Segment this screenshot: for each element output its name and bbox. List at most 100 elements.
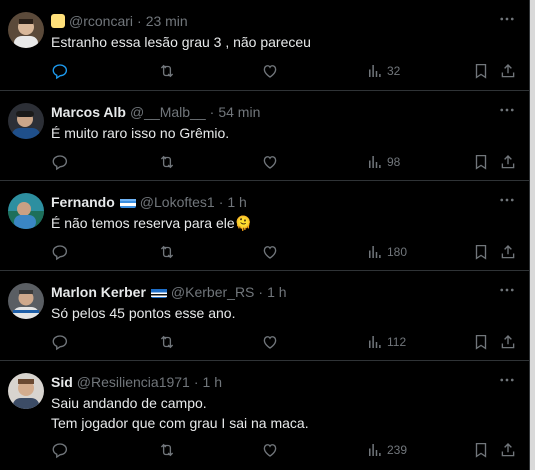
bookmark-button[interactable]: [472, 150, 490, 174]
author-name[interactable]: Marcos Alb: [51, 104, 126, 120]
retweet-icon: [160, 155, 174, 169]
retweet-button[interactable]: [158, 150, 176, 174]
share-icon: [501, 245, 515, 259]
views-count: 112: [387, 335, 407, 349]
reply-button[interactable]: [51, 438, 69, 462]
tweet-text: Só pelos 45 pontos esse ano.: [51, 303, 522, 323]
reply-icon: [52, 335, 68, 351]
views-button[interactable]: 32: [366, 59, 400, 83]
author-handle[interactable]: @rconcari: [69, 13, 133, 29]
views-icon: [369, 444, 381, 456]
retweet-button[interactable]: [158, 59, 176, 83]
timestamp[interactable]: 1 h: [203, 374, 222, 390]
share-button[interactable]: [499, 438, 517, 462]
reply-tweet[interactable]: Marlon Kerber @Kerber_RS · 1 h Só pelos …: [0, 271, 530, 361]
like-button[interactable]: [261, 330, 279, 354]
bookmark-button[interactable]: [472, 240, 490, 264]
tweet-header: Marlon Kerber @Kerber_RS · 1 h: [51, 282, 522, 302]
timestamp[interactable]: 23 min: [146, 13, 188, 29]
share-button[interactable]: [499, 59, 517, 83]
tweet-text-line: Tem jogador que com grau I sai na maca.: [51, 415, 309, 431]
tweet-header: Fernando @Lokoftes1 · 1 h: [51, 192, 522, 212]
views-button[interactable]: 98: [366, 150, 400, 174]
author-name[interactable]: Sid: [51, 374, 73, 390]
author-name[interactable]: Marlon Kerber: [51, 284, 146, 300]
bookmark-icon: [475, 154, 487, 170]
tweet-text-line: É muito raro isso no Grêmio.: [51, 125, 230, 141]
views-count: 32: [387, 64, 401, 78]
reply-tweet[interactable]: Marcos Alb @__Malb__ · 54 min É muito ra…: [0, 91, 530, 181]
reply-button[interactable]: [51, 150, 69, 174]
share-icon: [501, 335, 515, 349]
author-handle[interactable]: @Lokoftes1: [140, 194, 215, 210]
reply-button[interactable]: [51, 240, 69, 264]
views-button[interactable]: 180: [366, 240, 407, 264]
timestamp[interactable]: 1 h: [227, 194, 246, 210]
avatar[interactable]: [8, 103, 44, 139]
author-name[interactable]: Fernando: [51, 194, 115, 210]
tweet-header: Marcos Alb @__Malb__ · 54 min: [51, 102, 522, 122]
views-button[interactable]: 239: [366, 438, 407, 462]
reply-button[interactable]: [51, 330, 69, 354]
views-icon: [369, 246, 381, 258]
bookmark-icon: [475, 63, 487, 79]
separator-dot: ·: [218, 194, 224, 210]
action-bar: 112: [51, 330, 518, 354]
tweet-text: Saiu andando de campo. Tem jogador que c…: [51, 393, 522, 433]
views-button[interactable]: 112: [366, 330, 406, 354]
separator-dot: ·: [137, 13, 142, 29]
gremio-flag-icon: [119, 197, 136, 208]
separator-dot: ·: [258, 284, 264, 300]
share-icon: [501, 155, 515, 169]
avatar[interactable]: [8, 193, 44, 229]
more-icon[interactable]: [498, 10, 516, 28]
share-icon: [501, 64, 515, 78]
author-handle[interactable]: @Kerber_RS: [171, 284, 254, 300]
share-button[interactable]: [499, 150, 517, 174]
more-icon[interactable]: [498, 371, 516, 389]
like-button[interactable]: [261, 240, 279, 264]
separator-dot: ·: [193, 374, 199, 390]
like-button[interactable]: [261, 59, 279, 83]
author-handle[interactable]: @__Malb__: [130, 104, 206, 120]
share-button[interactable]: [499, 240, 517, 264]
like-icon: [263, 65, 277, 78]
retweet-button[interactable]: [158, 438, 176, 462]
reply-icon: [52, 245, 68, 261]
reply-icon: [52, 443, 68, 459]
retweet-button[interactable]: [158, 240, 176, 264]
reply-icon: [52, 155, 68, 171]
gremio-flag-icon: [150, 287, 167, 298]
tweet-text-line: Estranho essa lesão grau 3 , não pareceu: [51, 34, 311, 50]
emoji-badge-icon: [51, 14, 65, 28]
retweet-icon: [160, 245, 174, 259]
views-count: 239: [387, 443, 408, 457]
bookmark-button[interactable]: [472, 59, 490, 83]
bookmark-button[interactable]: [472, 330, 490, 354]
reply-tweet[interactable]: @rconcari · 23 min Estranho essa lesão g…: [0, 0, 530, 91]
more-icon[interactable]: [498, 191, 516, 209]
window-edge: [530, 0, 535, 470]
retweet-icon: [160, 443, 174, 457]
reply-icon: [52, 64, 68, 80]
avatar[interactable]: [8, 283, 44, 319]
timestamp[interactable]: 54 min: [218, 104, 260, 120]
tweet-header: Sid @Resiliencia1971 · 1 h: [51, 372, 522, 392]
like-icon: [263, 246, 277, 259]
share-button[interactable]: [499, 330, 517, 354]
reply-tweet[interactable]: Fernando @Lokoftes1 · 1 h É não temos re…: [0, 181, 530, 271]
like-button[interactable]: [261, 438, 279, 462]
timestamp[interactable]: 1 h: [267, 284, 286, 300]
bookmark-button[interactable]: [472, 438, 490, 462]
retweet-button[interactable]: [158, 330, 176, 354]
like-icon: [263, 444, 277, 457]
like-button[interactable]: [261, 150, 279, 174]
more-icon[interactable]: [498, 281, 516, 299]
more-icon[interactable]: [498, 101, 516, 119]
author-handle[interactable]: @Resiliencia1971: [77, 374, 190, 390]
avatar[interactable]: [8, 12, 44, 48]
avatar[interactable]: [8, 373, 44, 409]
reply-tweet[interactable]: Sid @Resiliencia1971 · 1 h Saiu andando …: [0, 361, 530, 470]
share-icon: [501, 443, 515, 457]
reply-button[interactable]: [51, 59, 69, 83]
